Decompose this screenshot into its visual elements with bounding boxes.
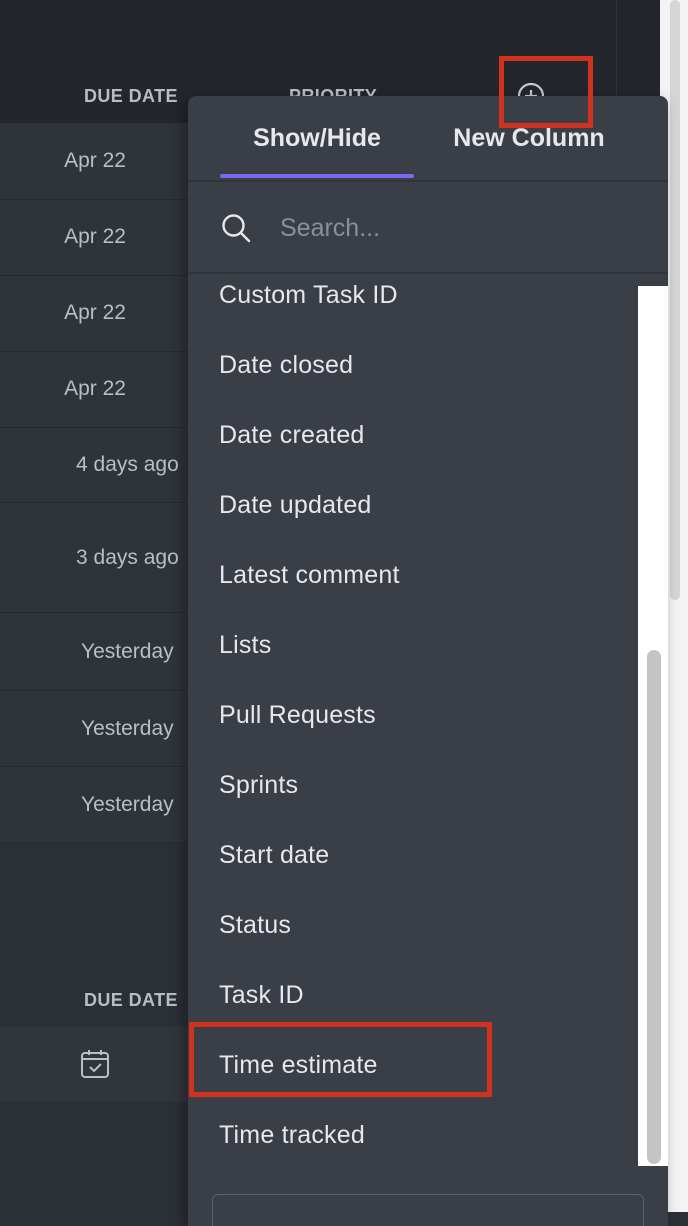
due-date-cell: Yesterday <box>81 792 174 816</box>
due-date-cell: Yesterday <box>81 639 174 663</box>
due-date-cell: Apr 22 <box>64 377 126 400</box>
list-item[interactable]: Lists <box>188 610 638 680</box>
list-item[interactable]: Time tracked <box>188 1100 638 1170</box>
table-row[interactable]: Apr 22 <box>0 199 190 276</box>
list-item[interactable]: Sprints <box>188 750 638 820</box>
list-item[interactable]: Date closed <box>188 330 638 400</box>
due-date-cell: Yesterday <box>81 716 174 740</box>
search-icon <box>222 214 251 243</box>
due-date-column-header[interactable]: DUE DATE <box>84 86 178 107</box>
popup-tabs: Show/Hide New Column <box>188 96 668 182</box>
list-item[interactable]: Status <box>188 890 638 960</box>
tab-show-hide[interactable]: Show/Hide <box>220 96 414 180</box>
column-list: Custom Task ID Date closed Date created … <box>188 274 668 1174</box>
list-item[interactable]: Custom Task ID <box>188 260 638 330</box>
table-row[interactable]: Yesterday <box>0 613 190 691</box>
table-row[interactable] <box>0 1026 190 1102</box>
table-row[interactable]: Yesterday <box>0 767 190 843</box>
active-tab-indicator <box>220 174 414 178</box>
tab-new-column[interactable]: New Column <box>438 96 620 180</box>
due-date-cell: 3 days ago <box>76 545 179 569</box>
due-date-column-header-2[interactable]: DUE DATE <box>84 990 178 1011</box>
list-scrollbar-thumb[interactable] <box>647 650 661 1164</box>
table-row[interactable]: Yesterday <box>0 691 190 767</box>
table-row[interactable]: 3 days ago <box>0 503 190 613</box>
list-item[interactable]: Time estimate <box>188 1030 638 1100</box>
list-item[interactable]: Date created <box>188 400 638 470</box>
list-item[interactable]: Start date <box>188 820 638 890</box>
list-item[interactable]: Pull Requests <box>188 680 638 750</box>
table-row[interactable]: 4 days ago <box>0 427 190 503</box>
table-row[interactable]: Apr 22 <box>0 351 190 428</box>
table-row[interactable]: Apr 22 <box>0 275 190 352</box>
column-settings-popup: Show/Hide New Column Custom Task ID Date… <box>188 96 668 1226</box>
list-item[interactable]: Task ID <box>188 960 638 1030</box>
page-scrollbar-thumb[interactable] <box>670 0 680 600</box>
table-row[interactable]: Apr 22 <box>0 123 190 200</box>
popup-footer-box[interactable] <box>212 1194 644 1226</box>
search-input[interactable] <box>278 204 642 252</box>
due-date-cell: 4 days ago <box>76 452 179 476</box>
calendar-check-icon[interactable] <box>78 1047 112 1081</box>
due-date-cell: Apr 22 <box>64 225 126 248</box>
due-date-cell: Apr 22 <box>64 149 126 172</box>
list-item[interactable]: Latest comment <box>188 540 638 610</box>
list-item[interactable]: Date updated <box>188 470 638 540</box>
due-date-cell: Apr 22 <box>64 301 126 324</box>
